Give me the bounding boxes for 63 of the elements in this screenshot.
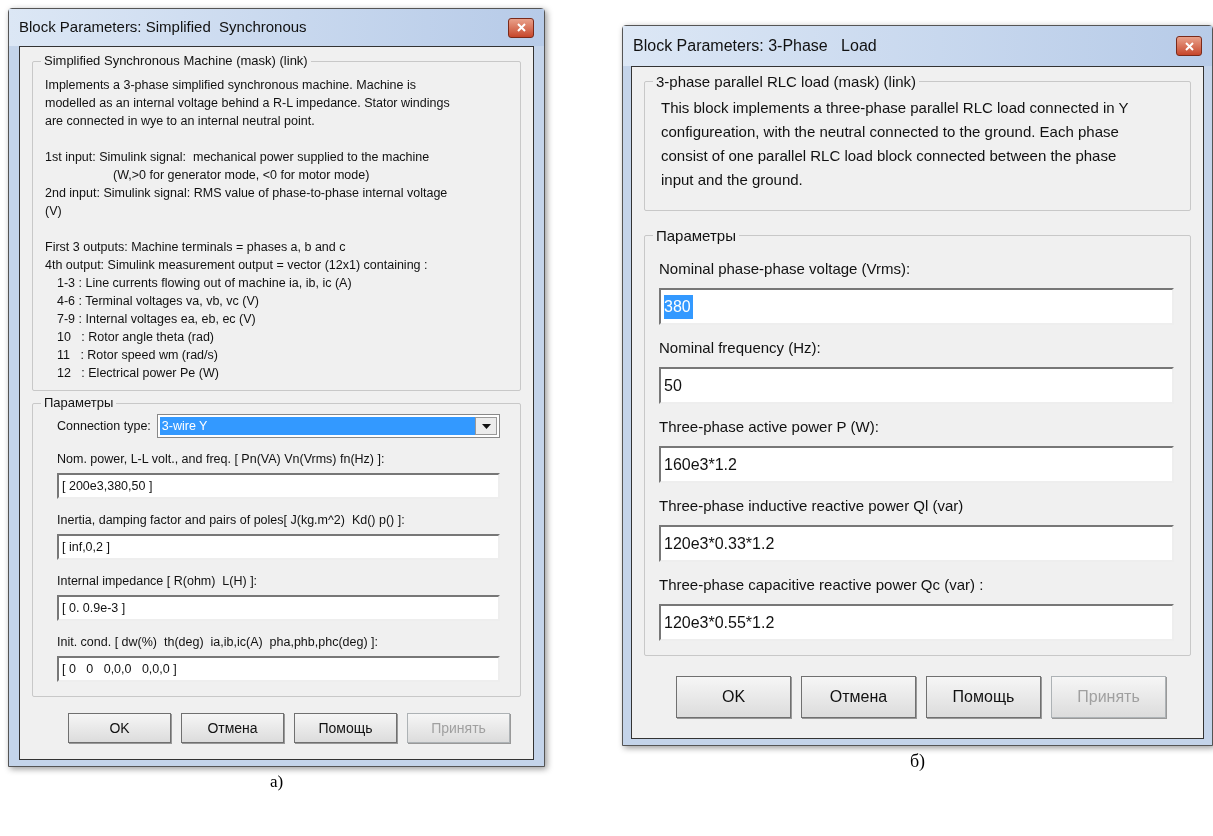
description-line: 12 : Electrical power Pe (W) [56,365,220,382]
close-icon [1184,41,1194,51]
dropdown-arrow-button[interactable] [475,417,497,435]
field-value: 120e3*0.33*1.2 [664,533,776,554]
description-line: This block implements a three-phase parallel RLC load connected in Y [661,98,1130,118]
window-title: Block Parameters: 3-Phase Load [633,36,877,56]
field-value: 120e3*0.55*1.2 [664,612,776,633]
description-line: 10 : Rotor angle theta (rad) [56,329,216,346]
dialog-button[interactable]: Отмена [181,713,284,743]
figure-caption: а) [269,771,284,793]
input-field[interactable]: 120e3*0.55*1.2 [659,604,1174,641]
description-line: 7-9 : Internal voltages ea, eb, ec (V) [56,311,257,328]
description-line: (W,>0 for generator mode, <0 for motor mode) [112,167,371,184]
description-line: 1st input: Simulink signal: mechanical power supplied to the machine [45,149,431,166]
dialog-button[interactable]: Помощь [294,713,397,743]
dropdown-value: 3-wire Y [159,417,475,435]
window-title: Block Parameters: Simplified Synchronous [19,17,307,38]
close-icon [516,23,526,32]
field-label: Three-phase active power P (W): [659,417,880,437]
input-field[interactable]: [ 0 0 0,0,0 0,0,0 ] [57,656,500,682]
field-value: [ 0. 0.9e-3 ] [62,599,127,617]
field-value: [ 200e3,380,50 ] [62,477,154,495]
description-line: 1-3 : Line currents flowing out of machine ia, ib, ic (A) [56,275,353,292]
field-label: Connection type: [57,417,151,435]
field-label: Inertia, damping factor and pairs of poles[ J(kg.m^2) Kd() p() ]: [57,512,406,529]
description-line: 4-6 : Terminal voltages va, vb, vc (V) [56,293,260,310]
field-label: Nominal frequency (Hz): [659,338,822,358]
field-label: Three-phase capacitive reactive power Qc (var) : [659,575,985,595]
description-line: (V) [45,203,63,220]
dialog-button[interactable]: OK [68,713,171,743]
description-line: 2nd input: Simulink signal: RMS value of phase-to-phase internal voltage [45,185,449,202]
figure-caption: б) [909,750,926,773]
input-field[interactable]: [ inf,0,2 ] [57,534,500,560]
field-label: Internal impedance [ R(ohm) L(H) ]: [57,573,259,590]
caret-icon [481,423,491,429]
input-field[interactable]: [ 0. 0.9e-3 ] [57,595,500,621]
description-line: 4th output: Simulink measurement output = vector (12x1) containing : [45,257,429,274]
field-value: 50 [664,375,683,396]
field-label: Nom. power, L-L volt., and freq. [ Pn(VA) Vn(Vrms) fn(Hz) ]: [57,451,386,468]
field-label: Init. cond. [ dw(%) th(deg) ia,ib,ic(A) pha,phb,phc(deg) ]: [57,634,379,651]
description-line: are connected in wye to an internal neutral point. [45,113,316,130]
input-field[interactable]: 50 [659,367,1174,404]
close-button[interactable] [508,17,534,38]
dialog-button[interactable]: Отмена [801,676,916,718]
input-field[interactable]: [ 200e3,380,50 ] [57,473,500,499]
description-line: First 3 outputs: Machine terminals = phases a, b and c [45,239,347,256]
description-line: modelled as an internal voltage behind a R-L impedance. Stator windings [45,95,451,112]
field-value: 160e3*1.2 [664,454,738,475]
input-field[interactable]: 160e3*1.2 [659,446,1174,483]
close-button[interactable] [1176,36,1202,56]
field-value: [ inf,0,2 ] [62,538,111,556]
input-field[interactable]: 120e3*0.33*1.2 [659,525,1174,562]
description-line: configureation, with the neutral connected to the ground. Each phase [661,122,1120,142]
field-label: Nominal phase-phase voltage (Vrms): [659,259,912,279]
description-line: 11 : Rotor speed wm (rad/s) [56,347,219,364]
field-value: [ 0 0 0,0,0 0,0,0 ] [62,660,178,678]
dialog-button[interactable]: OK [676,676,791,718]
description-line: input and the ground. [661,170,804,190]
description-line: Implements a 3-phase simplified synchronous machine. Machine is [45,77,417,94]
field-label: Three-phase inductive reactive power Ql (var) [659,496,965,516]
dialog-button[interactable]: Помощь [926,676,1041,718]
field-value: 380 [664,294,693,319]
description-line: consist of one parallel RLC load block connected between the phase [661,146,1118,166]
